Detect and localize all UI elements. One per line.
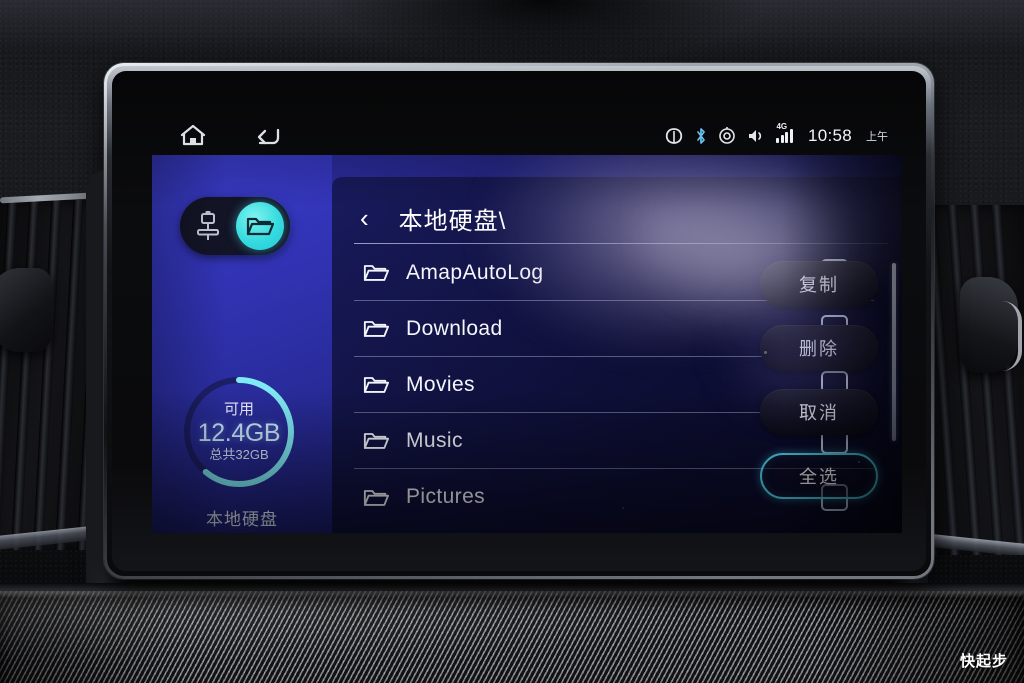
folder-icon <box>354 262 398 283</box>
breadcrumb: ‹ 本地硬盘\ <box>354 195 888 241</box>
status-bar: 4G 10:58 上午 <box>664 121 888 151</box>
eco-leaf-icon <box>666 128 683 144</box>
scrollbar[interactable] <box>892 263 896 441</box>
signal-4g-icon: 4G <box>776 122 793 143</box>
air-vent-left-knob[interactable] <box>0 268 52 352</box>
home-icon[interactable] <box>178 121 208 149</box>
storage-available-value: 12.4GB <box>197 418 281 447</box>
storage-total-label: 总共32GB <box>209 447 269 463</box>
watermark: 快起步 <box>959 653 1008 670</box>
storage-device-label: 本地硬盘 <box>206 510 278 529</box>
cancel-button[interactable]: 取消 <box>760 389 878 435</box>
breadcrumb-divider <box>354 243 888 244</box>
storage-indicator: 可用 12.4GB 总共32GB 本地硬盘 <box>178 371 306 530</box>
select-all-button[interactable]: 全选 <box>760 453 878 499</box>
back-arrow-icon[interactable] <box>252 121 282 149</box>
storage-available-label: 可用 <box>223 401 254 419</box>
folder-icon <box>354 374 398 395</box>
storage-source-toggle[interactable] <box>180 197 290 255</box>
copy-button[interactable]: 复制 <box>760 261 878 307</box>
carbon-mesh-shading <box>0 591 1024 683</box>
head-unit-housing: 4G 10:58 上午 可用 12.4GB 总共32GB 本地硬盘 ‹ 本地硬盘… <box>104 63 934 579</box>
action-button-group[interactable]: 复制 删除 取消 全选 <box>758 261 880 499</box>
volume-icon <box>749 130 762 142</box>
folder-icon <box>354 318 398 339</box>
screen-bezel: 4G 10:58 上午 可用 12.4GB 总共32GB 本地硬盘 ‹ 本地硬盘… <box>112 71 926 571</box>
bluetooth-icon <box>697 128 706 144</box>
usb-icon[interactable] <box>186 204 230 248</box>
dashboard-upper-shadow <box>330 0 760 60</box>
folder-icon <box>354 487 398 508</box>
car-dashboard-scene: 4G 10:58 上午 可用 12.4GB 总共32GB 本地硬盘 ‹ 本地硬盘… <box>0 0 1024 683</box>
storage-donut-chart: 可用 12.4GB 总共32GB <box>178 371 300 493</box>
breadcrumb-back-icon[interactable]: ‹ <box>354 203 375 233</box>
clock-ampm: 上午 <box>866 131 888 143</box>
delete-button[interactable]: 删除 <box>760 325 878 371</box>
breadcrumb-path: 本地硬盘\ <box>398 207 507 235</box>
clock-time: 10:58 <box>807 126 852 145</box>
folder-icon <box>354 430 398 451</box>
network-type-label: 4G <box>776 122 788 131</box>
location-icon <box>719 127 736 144</box>
lcd-screen: 可用 12.4GB 总共32GB 本地硬盘 ‹ 本地硬盘\ AmapAutoLo… <box>152 155 902 533</box>
folder-icon[interactable] <box>236 202 284 250</box>
